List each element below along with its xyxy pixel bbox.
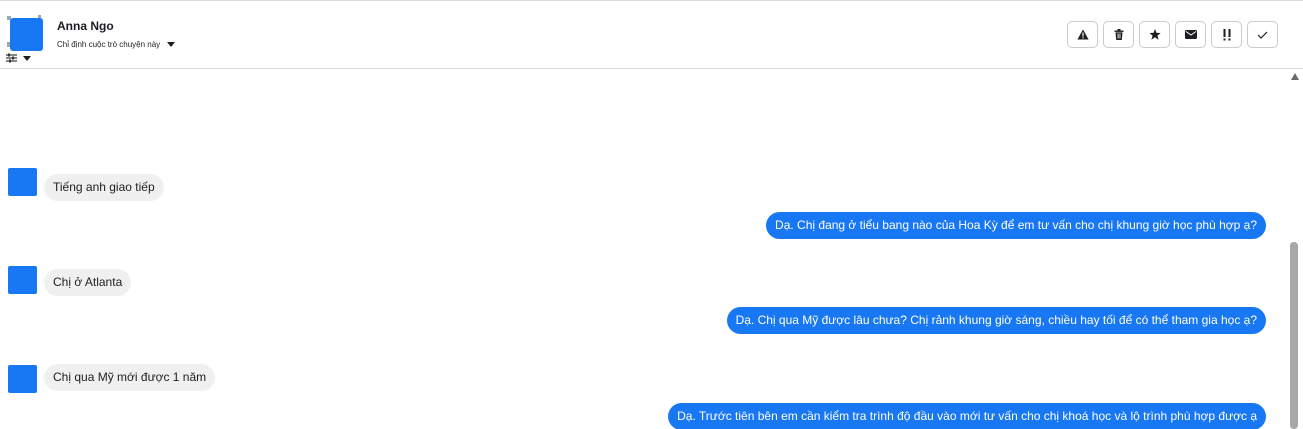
incoming-message: Tiếng anh giao tiếp (44, 174, 164, 201)
assign-conversation-label: Chỉ định cuộc trò chuyện này (57, 39, 161, 49)
incoming-message: Chị ở Atlanta (44, 269, 132, 296)
trash-icon (1114, 29, 1123, 40)
sender-avatar (8, 266, 37, 294)
settings-chevron-down-icon (23, 55, 31, 61)
incoming-message: Chị qua Mỹ mới được 1 năm (44, 364, 216, 391)
sender-avatar (8, 168, 37, 196)
outgoing-message: Dạ. Chị qua Mỹ được lâu chưa? Chị rảnh k… (726, 307, 1266, 334)
outgoing-message: Dạ. Chị đang ở tiểu bang nào của Hoa Kỳ … (766, 212, 1266, 239)
contact-avatar[interactable] (7, 15, 43, 51)
assign-conversation-dropdown[interactable]: Chỉ định cuộc trò chuyện này (57, 37, 176, 51)
conversation-toolbar (1067, 21, 1278, 48)
mark-spam-button[interactable] (1067, 21, 1098, 48)
star-icon (1148, 29, 1161, 40)
conversation-settings-control[interactable] (6, 52, 40, 64)
check-icon (1257, 31, 1268, 39)
mark-done-button[interactable] (1247, 21, 1278, 48)
contact-name: Anna Ngo (57, 19, 114, 33)
sliders-icon (6, 53, 17, 63)
envelope-icon (1184, 30, 1197, 39)
delete-button[interactable] (1103, 21, 1134, 48)
star-button[interactable] (1139, 21, 1170, 48)
scroll-up-arrow-icon[interactable] (1291, 73, 1299, 80)
assign-chevron-down-icon (167, 41, 176, 47)
scrollbar-thumb[interactable] (1290, 242, 1298, 429)
conversation-header: Anna Ngo Chỉ định cuộc trò chuyện này (0, 1, 1303, 69)
exclamation-icon (1223, 28, 1230, 40)
conversation-window: Anna Ngo Chỉ định cuộc trò chuyện này Ti… (0, 0, 1303, 429)
warning-icon (1076, 29, 1089, 40)
mark-unread-button[interactable] (1175, 21, 1206, 48)
sender-avatar (8, 365, 37, 393)
mark-important-button[interactable] (1211, 21, 1242, 48)
outgoing-message: Dạ. Trước tiên bên em cần kiểm tra trình… (668, 403, 1266, 429)
